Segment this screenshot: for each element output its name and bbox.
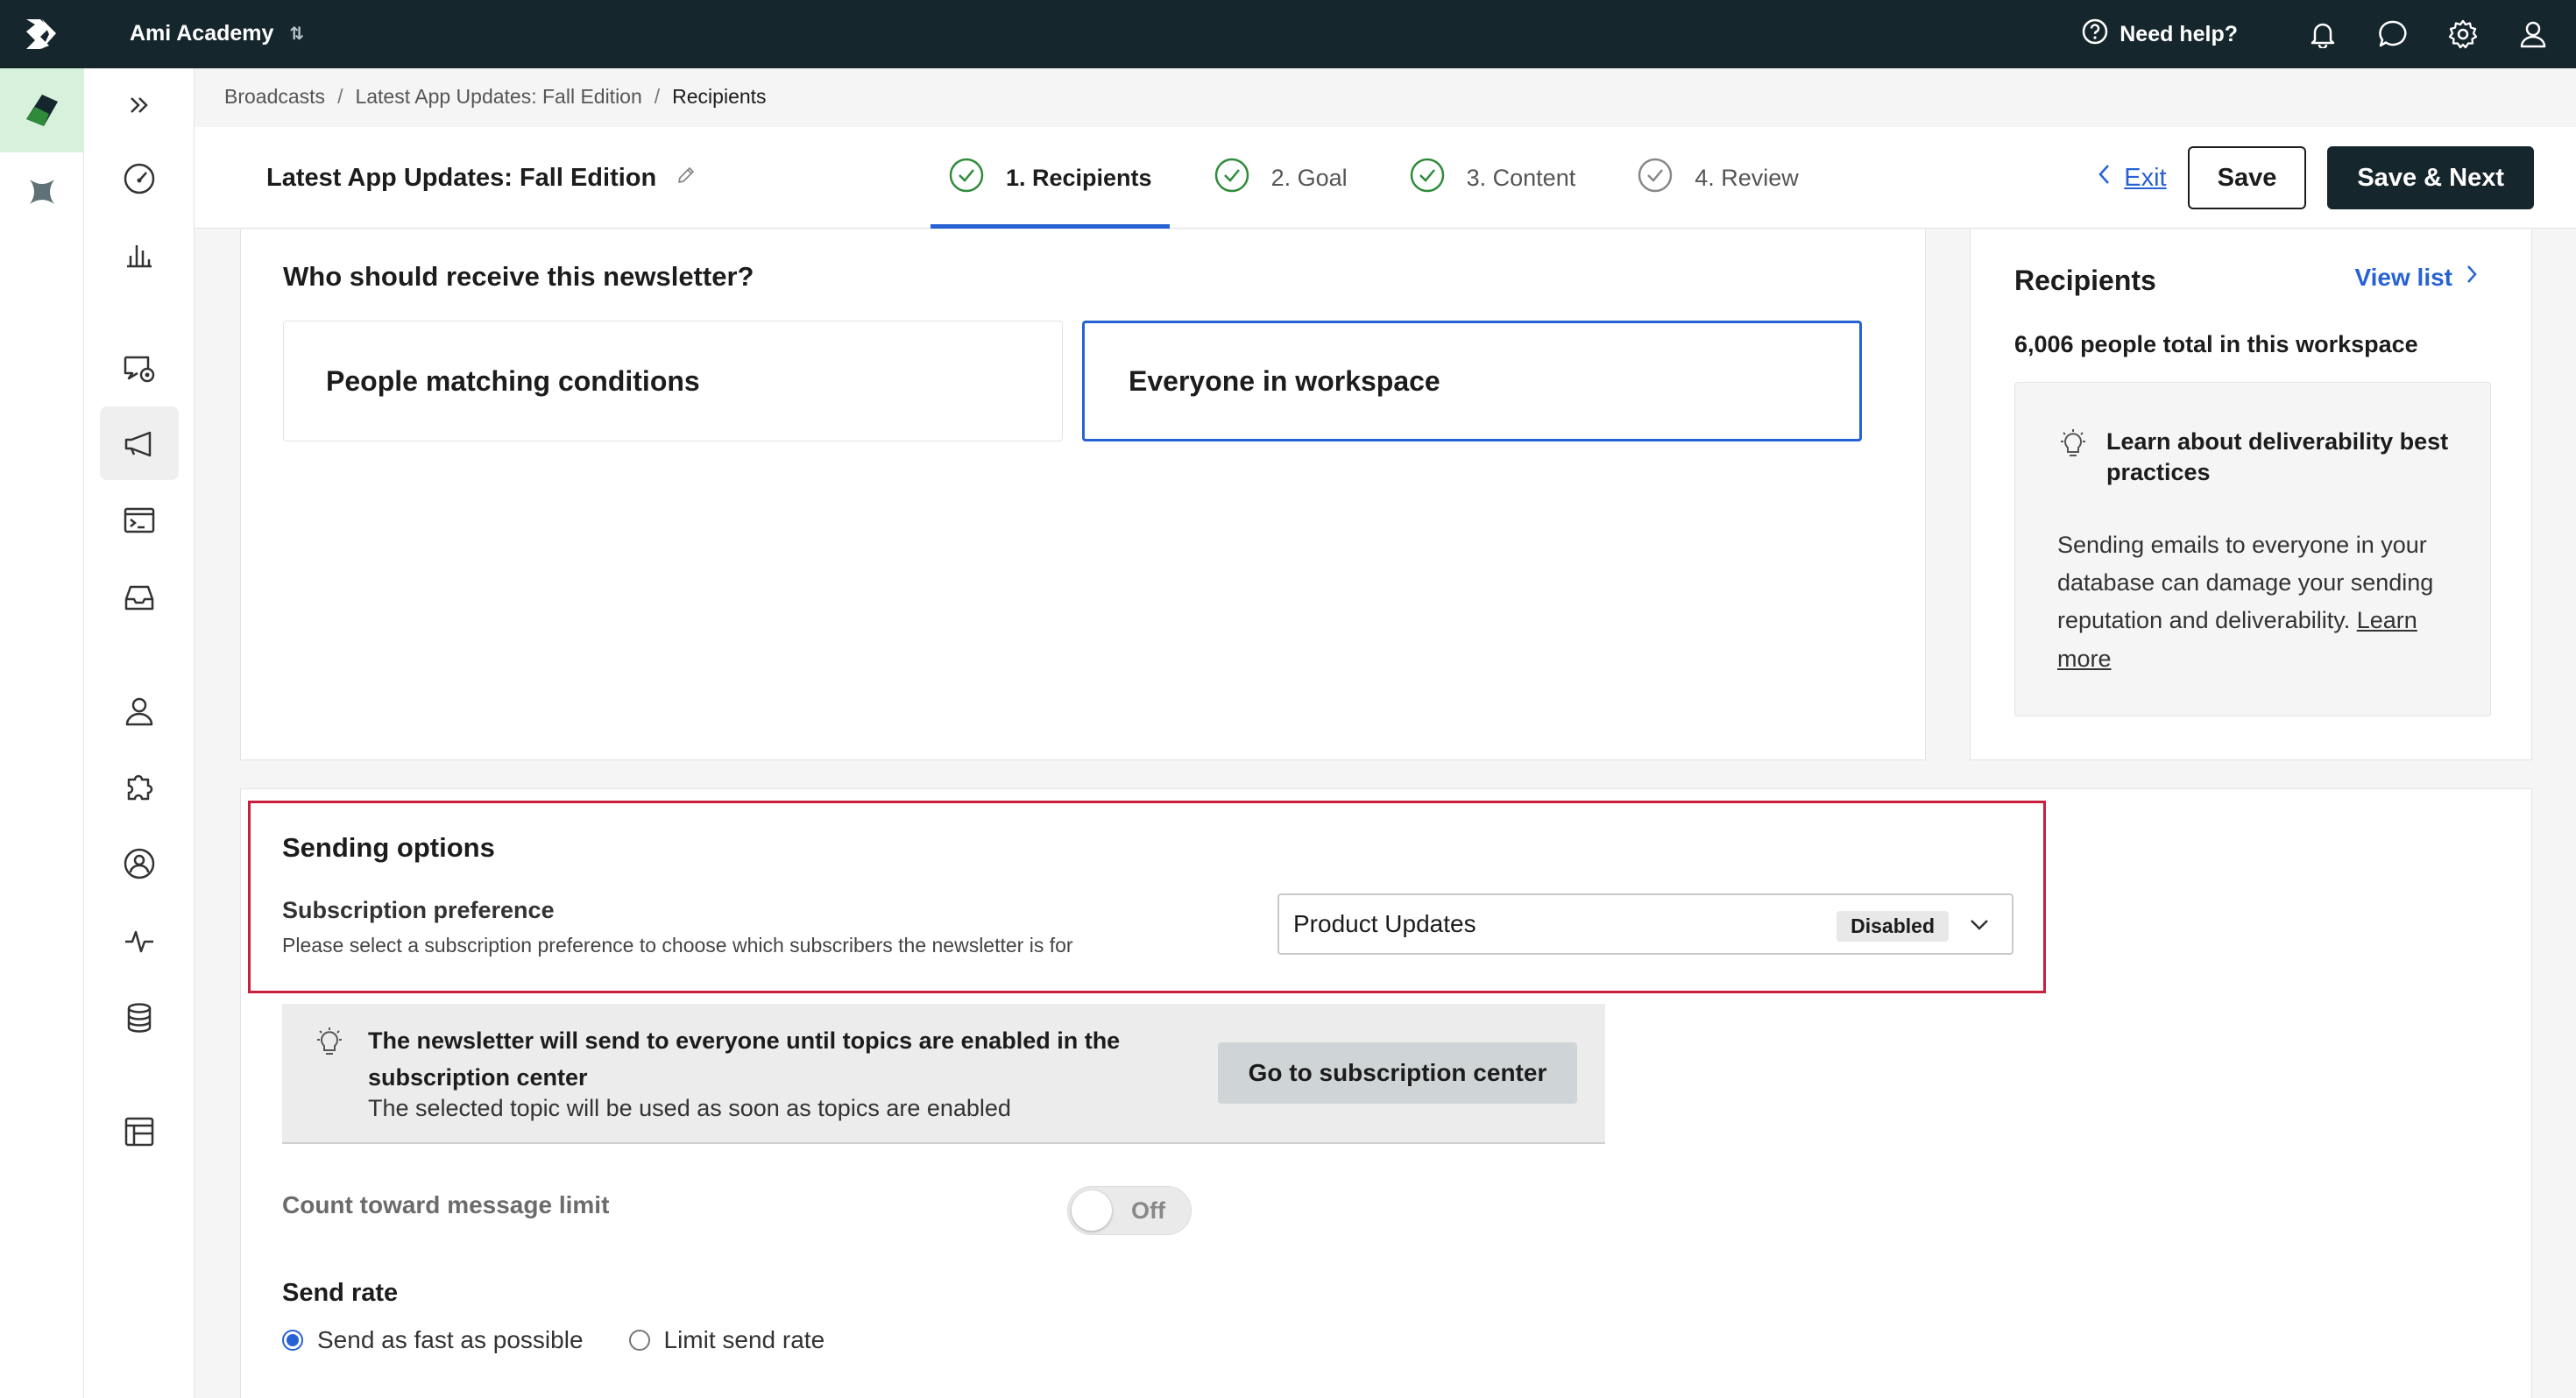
bell-icon[interactable] [2303,14,2343,54]
radio-unselected-icon [628,1330,650,1351]
breadcrumb-broadcast[interactable]: Latest App Updates: Fall Edition [355,85,641,109]
save-next-button[interactable]: Save & Next [2327,146,2534,209]
send-rate-options: Send as fast as possible Limit send rate [282,1326,824,1354]
help-label: Need help? [2120,21,2238,46]
topics-info-banner: The newsletter will send to everyone unt… [282,1004,1605,1144]
campaigns-icon[interactable] [100,331,179,405]
check-circle-icon [1214,157,1250,200]
tip-body: Sending emails to everyone in your datab… [2057,526,2460,678]
radio-send-fast[interactable]: Send as fast as possible [282,1326,584,1354]
expand-sidebar-icon[interactable] [100,68,179,142]
activity-pulse-icon[interactable] [100,904,179,978]
data-database-icon[interactable] [100,981,179,1055]
view-list-label: View list [2354,263,2452,291]
select-value: Product Updates [1293,910,1476,937]
inbox-icon[interactable] [100,561,179,634]
subscription-preference-description: Please select a subscription preference … [282,934,1073,957]
count-limit-label: Count toward message limit [282,1191,610,1218]
broadcasts-megaphone-icon[interactable] [100,406,179,480]
radio-label: Send as fast as possible [317,1326,584,1353]
radio-label: Limit send rate [663,1326,825,1353]
analytics-bar-icon[interactable] [100,217,179,291]
x-app-icon[interactable] [0,152,84,231]
user-icon[interactable] [2513,14,2553,54]
transactional-terminal-icon[interactable] [100,484,179,557]
info-subtext: The selected topic will be used as soon … [368,1095,1011,1121]
breadcrumb-separator: / [337,85,343,108]
breadcrumb-separator: / [654,85,661,108]
subscription-preference-select[interactable]: Product Updates Disabled [1277,893,2013,955]
recipients-card: Who should receive this newsletter? Peop… [240,229,1926,760]
recipients-summary-panel: Recipients View list 6,006 people total … [1970,229,2532,760]
breadcrumb: Broadcasts / Latest App Updates: Fall Ed… [224,85,767,109]
tab-label: 4. Review [1695,164,1799,191]
tab-content[interactable]: 3. Content [1391,127,1594,229]
tab-goal[interactable]: 2. Goal [1196,127,1365,229]
pencil-icon[interactable] [676,164,697,193]
subscription-preference-label: Subscription preference [282,897,555,923]
tip-title: Learn about deliverability best practice… [2106,428,2449,486]
deliverability-tip: Learn about deliverability best practice… [2014,382,2491,717]
table-layout-icon[interactable] [100,1095,179,1169]
top-bar: Ami Academy ⇅ Need help? [0,0,2576,68]
workspace-name: Ami Academy [130,21,274,46]
account-circle-icon[interactable] [100,827,179,900]
chevron-right-icon [2465,263,2479,292]
view-list-link[interactable]: View list [2354,263,2479,292]
sending-options-title: Sending options [282,832,495,863]
recipient-total: 6,006 people total in this workspace [2014,331,2418,357]
option-people-matching-conditions[interactable]: People matching conditions [283,321,1063,441]
option-everyone-in-workspace[interactable]: Everyone in workspace [1082,321,1862,441]
radio-selected-icon [282,1330,303,1351]
go-to-subscription-center-button[interactable]: Go to subscription center [1218,1042,1577,1104]
status-badge: Disabled [1836,911,1949,942]
broadcast-title: Latest App Updates: Fall Edition [266,164,697,193]
journeys-app-icon[interactable] [0,68,84,152]
check-circle-icon [1409,157,1446,200]
exit-label: Exit [2124,163,2167,192]
lightbulb-icon [2056,427,2091,488]
check-circle-outline-icon [1637,157,1674,200]
send-rate-label: Send rate [282,1279,399,1307]
toggle-label: Off [1131,1197,1165,1224]
page-title: Latest App Updates: Fall Edition [266,164,657,192]
workspace-switcher[interactable]: Ami Academy ⇅ [130,21,304,46]
radio-limit-rate[interactable]: Limit send rate [628,1326,825,1354]
count-limit-toggle[interactable]: Off [1067,1186,1192,1235]
editor-header: Latest App Updates: Fall Edition 1. Reci… [195,127,2576,229]
toggle-knob [1072,1190,1112,1231]
integrations-puzzle-icon[interactable] [100,750,179,823]
nav-rail [84,68,195,1398]
chevron-updown-icon: ⇅ [289,24,305,44]
check-circle-icon [948,157,985,200]
gear-icon[interactable] [2443,14,2483,54]
recipients-heading: Who should receive this newsletter? [283,261,754,292]
app-logo-icon[interactable] [23,16,60,53]
tab-label: 1. Recipients [1006,164,1152,191]
people-icon[interactable] [100,674,179,748]
question-icon [2081,18,2109,52]
dashboard-gauge-icon[interactable] [100,142,179,215]
tab-review[interactable]: 4. Review [1619,127,1816,229]
tab-label: 2. Goal [1270,164,1348,191]
lightbulb-icon [312,1025,347,1064]
step-tabs: 1. Recipients 2. Goal 3. Content 4. Revi… [931,127,1843,229]
save-button[interactable]: Save [2187,146,2307,209]
chat-icon[interactable] [2373,14,2413,54]
info-heading: The newsletter will send to everyone unt… [368,1027,1121,1091]
help-button[interactable]: Need help? [2081,18,2238,52]
tab-recipients[interactable]: 1. Recipients [931,127,1170,229]
chevron-down-icon [1968,914,1991,943]
chevron-left-icon [2096,163,2112,193]
app-rail [0,68,84,1398]
tab-label: 3. Content [1466,164,1576,191]
panel-title: Recipients [2014,265,2156,296]
exit-link[interactable]: Exit [2096,163,2167,193]
breadcrumb-current: Recipients [672,85,767,108]
breadcrumb-broadcasts[interactable]: Broadcasts [224,85,325,109]
